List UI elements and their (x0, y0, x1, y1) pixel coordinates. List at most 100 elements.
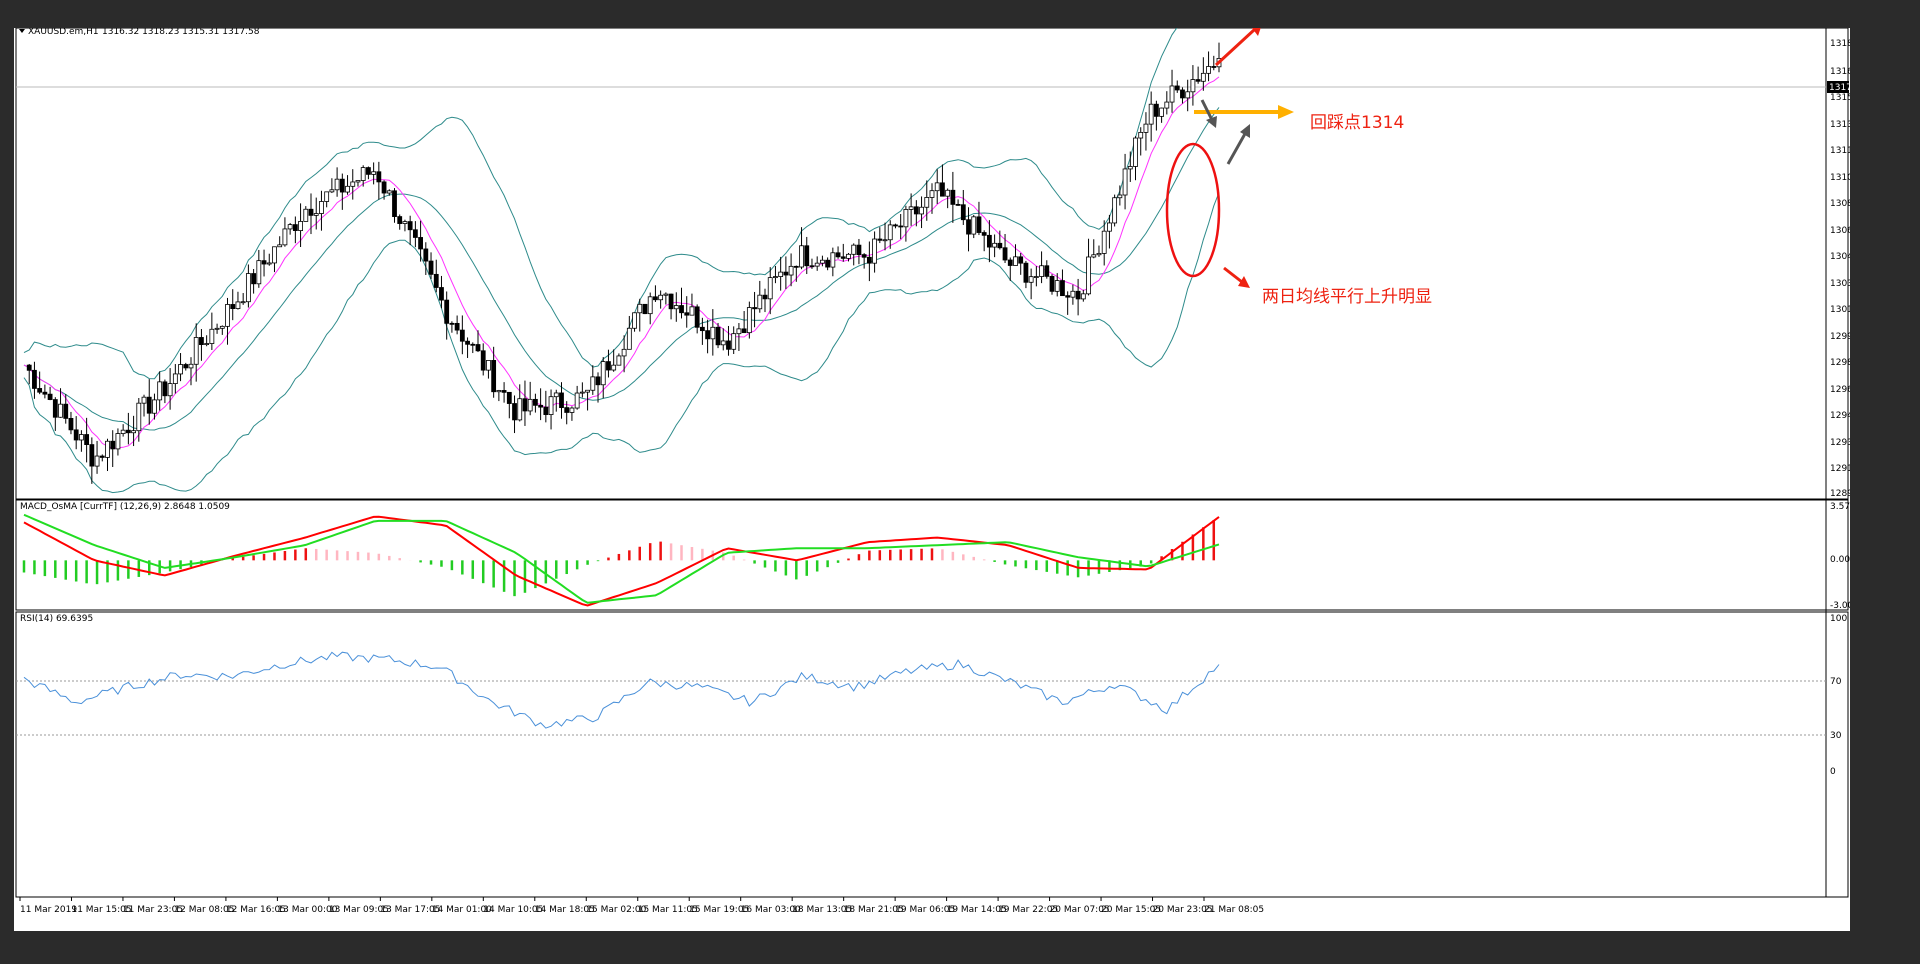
candle-body (319, 201, 324, 214)
candle-body (459, 329, 465, 342)
candle-body (324, 191, 330, 202)
price-tick: 1299.90 (1830, 332, 1850, 342)
candle-body (371, 171, 377, 175)
candle-body (272, 246, 277, 264)
candle-body (454, 322, 460, 331)
candle-body (532, 398, 538, 406)
candle-body (1117, 194, 1123, 199)
price-tick: 1298.20 (1830, 358, 1850, 368)
candle-body (219, 325, 225, 329)
candle-body (1033, 276, 1039, 278)
candle-body (1148, 103, 1154, 125)
candle-body (726, 340, 731, 350)
candle-body (1028, 276, 1034, 283)
candle-body (804, 245, 810, 267)
current-price-label: 1317.58 (1829, 83, 1850, 93)
candle-body (407, 221, 413, 231)
candle-body (418, 237, 423, 250)
candle-body (308, 208, 314, 216)
candle-body (292, 224, 298, 231)
candle-body (386, 190, 392, 194)
candle-body (480, 350, 486, 371)
candle-body (465, 340, 470, 345)
candle-body (115, 433, 121, 450)
price-axis: 1318.50 1316.80 1315.10 1313.40 1311.75 … (1830, 39, 1850, 499)
time-axis: 11 Mar 201911 Mar 15:0511 Mar 23:0512 Ma… (19, 897, 1264, 915)
candle-body (1211, 66, 1217, 68)
candle-body (569, 407, 575, 413)
candle-body (762, 294, 768, 300)
candle-body (840, 256, 846, 259)
candle-body (1065, 295, 1071, 298)
price-tick: 1310.05 (1830, 173, 1850, 183)
candle-body (433, 273, 439, 288)
candle-body (793, 265, 799, 268)
candle-body (945, 189, 951, 197)
candle-body (282, 228, 288, 246)
candle-body (642, 303, 648, 315)
candle-body (851, 244, 857, 255)
candle-body (512, 403, 517, 421)
candle-body (470, 343, 476, 346)
candle-body (626, 327, 632, 350)
candle-body (84, 434, 90, 445)
candle-body (1049, 275, 1055, 292)
candle-body (778, 271, 784, 277)
candle-body (1101, 230, 1107, 254)
rsi-panel-frame (15, 611, 1849, 898)
macd-main-line (23, 515, 1220, 607)
candle-body (976, 216, 982, 233)
candle-body (277, 244, 283, 248)
time-tick-label: 21 Mar 08:05 (1204, 905, 1264, 915)
candle-body (1206, 66, 1211, 74)
ma-highlight-circle (1165, 142, 1221, 278)
candle-body (339, 178, 345, 193)
candle-body (866, 256, 872, 264)
candle-body (496, 390, 502, 393)
dropdown-triangle-icon[interactable] (19, 29, 25, 33)
price-layer (23, 28, 1222, 494)
candle-body (486, 360, 491, 371)
rsi-title: RSI(14) 69.6395 (20, 614, 93, 624)
rsi-layer (23, 651, 1220, 729)
candle-body (1060, 280, 1065, 297)
candle-body (647, 296, 653, 315)
candle-body (402, 221, 408, 224)
candle-body (585, 389, 590, 393)
candle-body (799, 245, 804, 268)
candle-body (1039, 265, 1044, 277)
candle-body (397, 216, 403, 224)
candle-body (1174, 85, 1180, 91)
price-panel-frame (15, 28, 1849, 500)
candle-body (42, 391, 48, 395)
candle-body (334, 178, 340, 191)
candle-body (329, 189, 335, 193)
candle-body (99, 455, 105, 458)
candle-body (955, 203, 961, 206)
price-tick: 1301.55 (1830, 305, 1850, 315)
candle-body (178, 364, 183, 375)
candle-body (606, 361, 611, 371)
candle-body (668, 293, 674, 310)
orange-arrow-head (1278, 105, 1294, 119)
rsi-tick: 100 (1830, 614, 1847, 624)
candle-body (752, 307, 757, 310)
candle-body (1080, 293, 1086, 300)
candle-body (235, 301, 241, 310)
candle-body (423, 248, 429, 262)
candle-body (120, 429, 126, 434)
candle-body (439, 287, 444, 301)
candle-body (882, 239, 888, 242)
candle-body (590, 376, 596, 391)
candle-body (538, 404, 544, 408)
candle-body (73, 429, 79, 441)
candle-body (1002, 247, 1008, 261)
candle-body (835, 252, 841, 258)
chart-window: XAUUSD.em,H1 1316.32 1318.23 1315.31 131… (14, 28, 1850, 931)
candle-body (877, 238, 883, 241)
candle-body (26, 364, 32, 371)
candle-body (908, 206, 914, 210)
candle-body (861, 254, 867, 258)
chart-svg[interactable]: XAUUSD.em,H1 1316.32 1318.23 1315.31 131… (14, 28, 1850, 931)
price-tick: 1294.80 (1830, 411, 1850, 421)
